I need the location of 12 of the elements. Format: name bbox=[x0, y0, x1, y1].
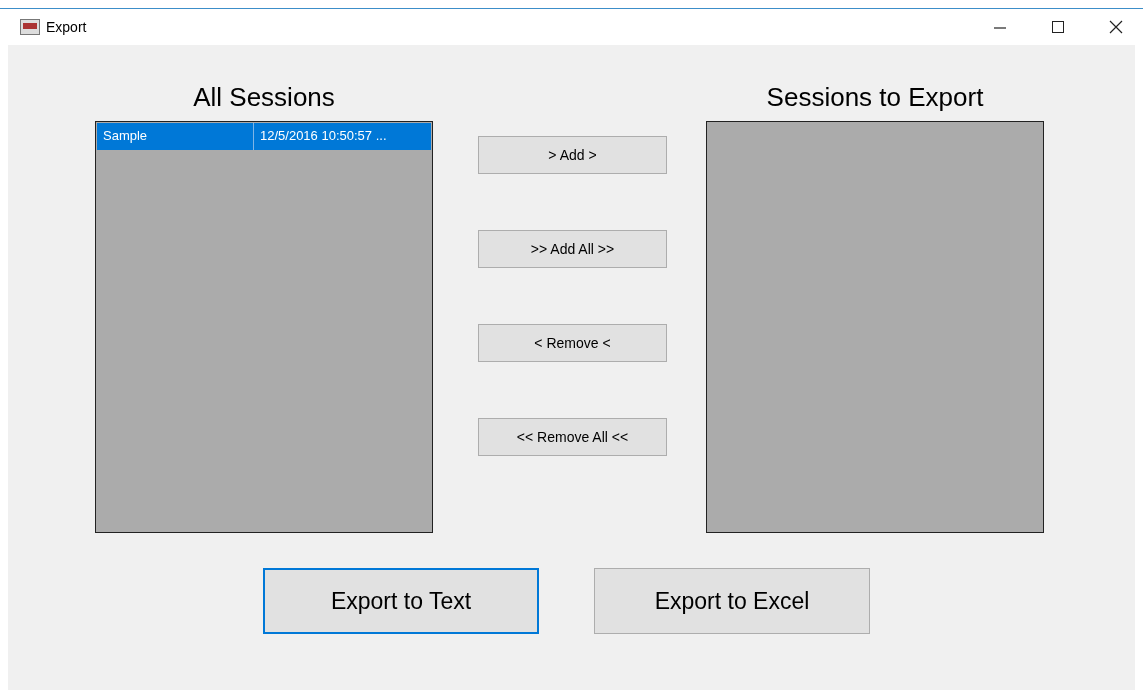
window-title: Export bbox=[46, 19, 87, 35]
export-button[interactable]: Export to Excel bbox=[594, 568, 870, 634]
session-list[interactable]: Sample 12/5/2016 10:50:57 ... bbox=[95, 121, 433, 533]
list-row[interactable]: Sample 12/5/2016 10:50:57 ... bbox=[96, 122, 432, 151]
section-heading: Sessions to Export bbox=[766, 81, 984, 113]
transfer-button[interactable]: > Add > bbox=[478, 136, 667, 174]
export-button[interactable]: Export to Text bbox=[263, 568, 539, 634]
transfer-button[interactable]: << Remove All << bbox=[478, 418, 667, 456]
section-heading: All Sessions bbox=[193, 81, 335, 113]
transfer-button[interactable]: < Remove < bbox=[478, 324, 667, 362]
app-icon bbox=[20, 19, 40, 35]
transfer-button[interactable]: >> Add All >> bbox=[478, 230, 667, 268]
